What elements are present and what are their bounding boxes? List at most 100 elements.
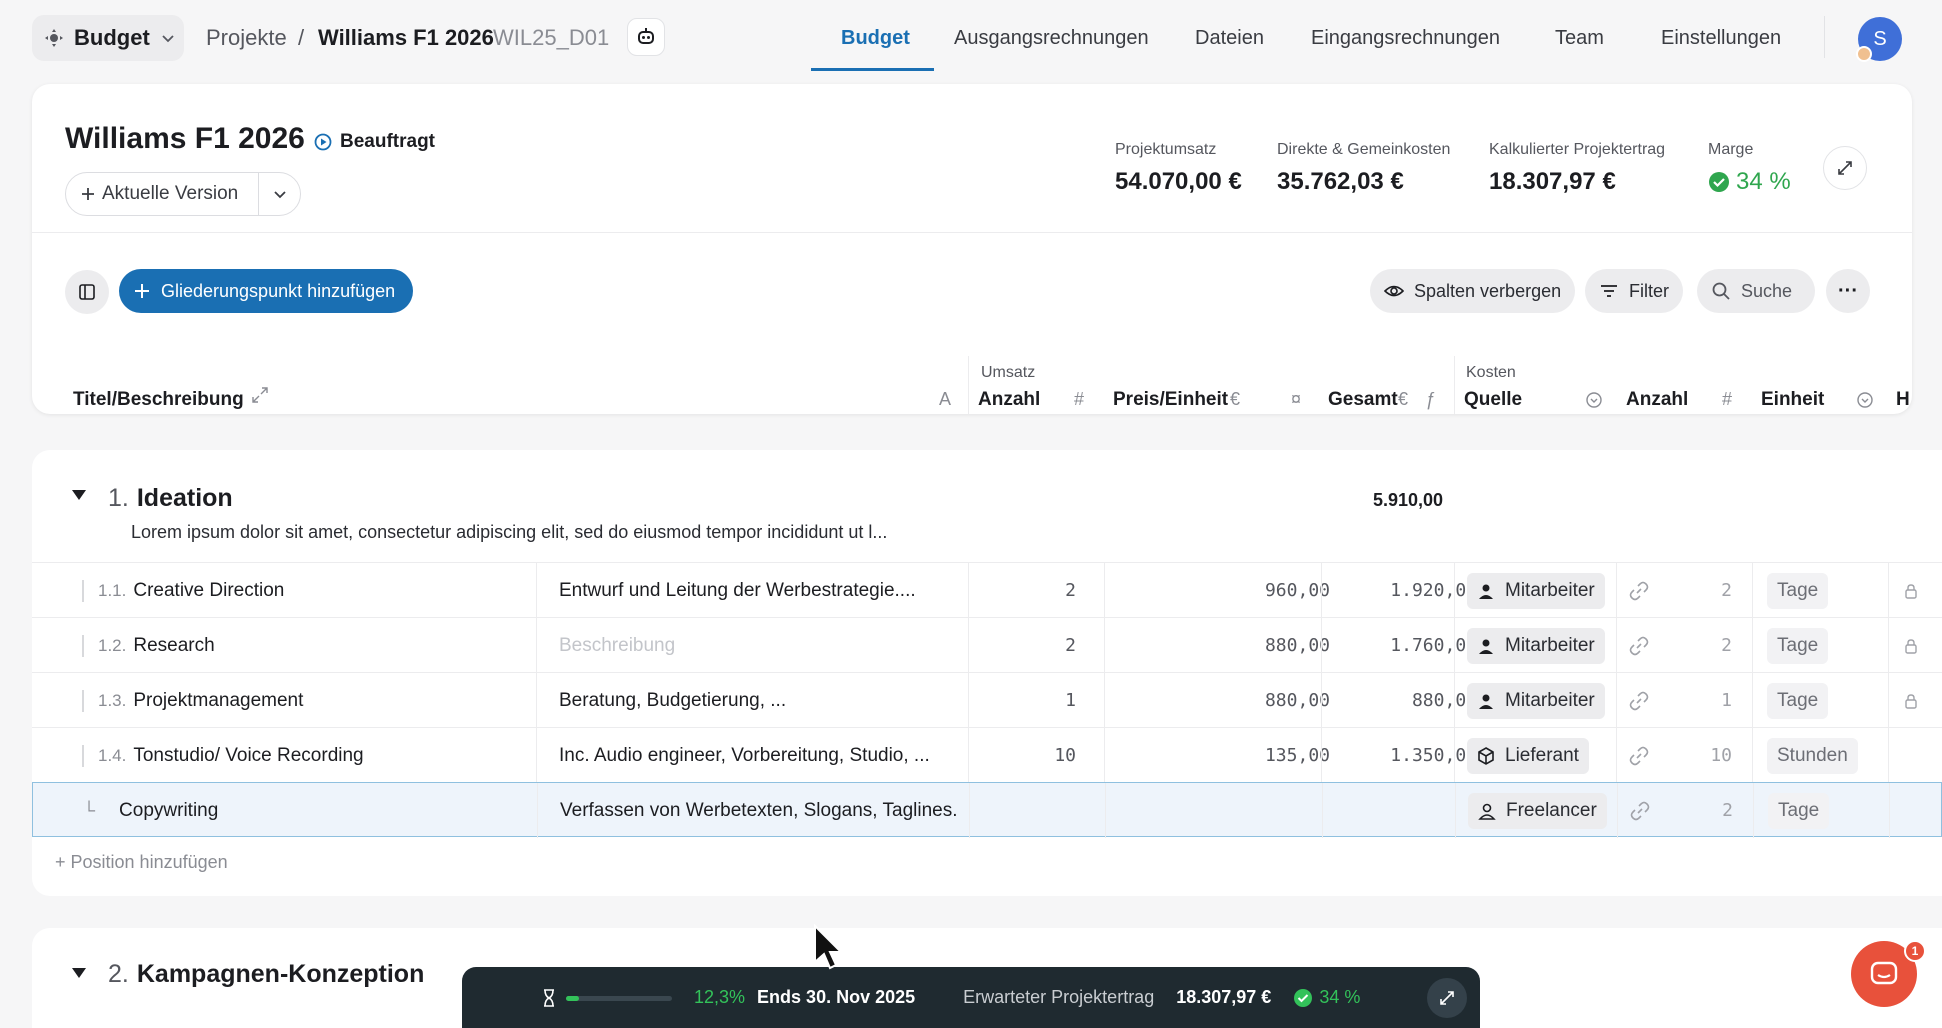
tab-dateien[interactable]: Dateien — [1195, 27, 1264, 50]
row-source[interactable]: Mitarbeiter — [1467, 673, 1617, 728]
row-description[interactable]: Beschreibung — [559, 618, 989, 673]
table-row[interactable]: 1.2. Research Beschreibung 2 880,00 1.76… — [32, 617, 1942, 673]
source-tag[interactable]: Mitarbeiter — [1467, 627, 1605, 664]
section-title[interactable]: Ideation — [137, 484, 233, 513]
row-unit[interactable]: Tage — [1767, 563, 1877, 618]
column-next[interactable]: H — [1896, 389, 1910, 411]
row-price[interactable]: 880,00 — [1112, 673, 1330, 728]
filter-button[interactable]: Filter — [1585, 269, 1683, 313]
drag-handle[interactable] — [82, 689, 84, 712]
column-price[interactable]: Preis/Einheit — [1113, 389, 1228, 411]
row-qty[interactable] — [973, 783, 1077, 838]
row-source[interactable]: Freelancer — [1468, 783, 1618, 838]
breadcrumb-projects[interactable]: Projekte — [206, 25, 287, 51]
row-title-cell[interactable]: 1.3. Projektmanagement — [82, 673, 562, 728]
row-unit[interactable]: Stunden — [1767, 728, 1877, 783]
section-description[interactable]: Lorem ipsum dolor sit amet, consectetur … — [131, 522, 887, 543]
person-icon — [1477, 637, 1495, 655]
row-title-cell[interactable]: 1.2. Research — [82, 618, 562, 673]
column-source[interactable]: Quelle — [1464, 389, 1522, 411]
drag-handle[interactable] — [82, 744, 84, 767]
row-cost-qty[interactable]: 2 — [1653, 783, 1733, 838]
unit-tag[interactable]: Tage — [1767, 627, 1829, 664]
unit-tag[interactable]: Stunden — [1767, 737, 1858, 774]
more-options-button[interactable]: ··· — [1826, 269, 1870, 313]
tab-budget[interactable]: Budget — [841, 27, 910, 50]
column-divider — [1104, 673, 1105, 728]
row-source[interactable]: Lieferant — [1467, 728, 1617, 783]
row-price[interactable]: 135,00 — [1112, 728, 1330, 783]
collapse-caret-icon[interactable] — [72, 968, 86, 978]
drag-handle[interactable] — [82, 634, 84, 657]
row-description[interactable]: Entwurf und Leitung der Werbestrategie..… — [559, 563, 989, 618]
expand-status-button[interactable] — [1427, 978, 1467, 1018]
row-price[interactable] — [1113, 783, 1331, 838]
toggle-sidebar-button[interactable] — [65, 270, 109, 314]
tab-ausgangsrechnungen[interactable]: Ausgangsrechnungen — [954, 27, 1149, 50]
row-source[interactable]: Mitarbeiter — [1467, 563, 1617, 618]
row-price[interactable]: 960,00 — [1112, 563, 1330, 618]
unit-tag[interactable]: Tage — [1767, 682, 1829, 719]
source-tag[interactable]: Mitarbeiter — [1467, 572, 1605, 609]
column-unit[interactable]: Einheit — [1761, 389, 1824, 411]
hide-columns-button[interactable]: Spalten verbergen — [1370, 269, 1576, 313]
add-outline-button[interactable]: Gliederungspunkt hinzufügen — [119, 269, 413, 313]
expand-button[interactable] — [1823, 146, 1867, 190]
link-icon[interactable] — [1629, 618, 1653, 673]
row-qty[interactable]: 10 — [972, 728, 1076, 783]
resize-icon[interactable] — [251, 386, 269, 404]
new-version-button[interactable]: Aktuelle Version — [66, 173, 259, 215]
section-title[interactable]: Kampagnen-Konzeption — [137, 960, 425, 989]
drag-handle[interactable] — [82, 579, 84, 602]
table-row[interactable]: └ Copywriting Verfassen von Werbetexten,… — [32, 782, 1942, 838]
table-row[interactable]: 1.1. Creative Direction Entwurf und Leit… — [32, 562, 1942, 618]
row-description[interactable]: Verfassen von Werbetexten, Slogans, Tagl… — [560, 783, 990, 838]
row-source[interactable]: Mitarbeiter — [1467, 618, 1617, 673]
link-icon[interactable] — [1629, 673, 1653, 728]
row-description[interactable]: Beratung, Budgetierung, ... — [559, 673, 989, 728]
page-title: Williams F1 2026 — [65, 122, 305, 155]
column-divider — [1454, 618, 1455, 673]
unit-tag[interactable]: Tage — [1768, 792, 1830, 829]
column-title[interactable]: Titel/Beschreibung — [73, 389, 244, 411]
version-selector[interactable]: Aktuelle Version — [65, 172, 301, 216]
column-divider — [1616, 728, 1617, 783]
row-title-cell[interactable]: 1.4. Tonstudio/ Voice Recording — [82, 728, 562, 783]
row-price[interactable]: 880,00 — [1112, 618, 1330, 673]
row-description[interactable]: Inc. Audio engineer, Vorbereitung, Studi… — [559, 728, 989, 783]
assistant-button[interactable] — [627, 18, 665, 56]
row-cost-qty[interactable]: 2 — [1652, 563, 1732, 618]
collapse-caret-icon[interactable] — [72, 490, 86, 500]
table-row[interactable]: 1.4. Tonstudio/ Voice Recording Inc. Aud… — [32, 727, 1942, 783]
unit-tag[interactable]: Tage — [1767, 572, 1829, 609]
version-dropdown-button[interactable] — [259, 186, 300, 202]
link-icon[interactable] — [1630, 783, 1654, 838]
row-cost-qty[interactable]: 1 — [1652, 673, 1732, 728]
row-unit[interactable]: Tage — [1767, 673, 1877, 728]
row-qty[interactable]: 2 — [972, 618, 1076, 673]
link-icon[interactable] — [1629, 563, 1653, 618]
column-total[interactable]: Gesamt — [1328, 389, 1398, 411]
row-cost-qty[interactable]: 10 — [1652, 728, 1732, 783]
row-unit[interactable]: Tage — [1768, 783, 1878, 838]
column-cost-qty[interactable]: Anzahl — [1626, 389, 1688, 411]
source-tag[interactable]: Mitarbeiter — [1467, 682, 1605, 719]
row-qty[interactable]: 2 — [972, 563, 1076, 618]
table-row[interactable]: 1.3. Projektmanagement Beratung, Budgeti… — [32, 672, 1942, 728]
add-position-button[interactable]: + Position hinzufügen — [55, 852, 228, 873]
link-icon[interactable] — [1629, 728, 1653, 783]
column-qty[interactable]: Anzahl — [978, 389, 1040, 411]
row-title-cell[interactable]: 1.1. Creative Direction — [82, 563, 562, 618]
source-tag[interactable]: Freelancer — [1468, 792, 1607, 829]
row-cost-qty[interactable]: 2 — [1652, 618, 1732, 673]
source-tag[interactable]: Lieferant — [1467, 737, 1589, 774]
status-badge[interactable]: Beauftragt — [314, 131, 435, 153]
tab-team[interactable]: Team — [1555, 27, 1604, 50]
row-title-cell[interactable]: └ Copywriting — [83, 783, 563, 838]
app-switcher-button[interactable]: Budget — [32, 15, 184, 61]
search-input[interactable]: Suche — [1697, 269, 1815, 313]
row-unit[interactable]: Tage — [1767, 618, 1877, 673]
tab-eingangsrechnungen[interactable]: Eingangsrechnungen — [1311, 27, 1500, 50]
tab-einstellungen[interactable]: Einstellungen — [1661, 27, 1781, 50]
row-qty[interactable]: 1 — [972, 673, 1076, 728]
